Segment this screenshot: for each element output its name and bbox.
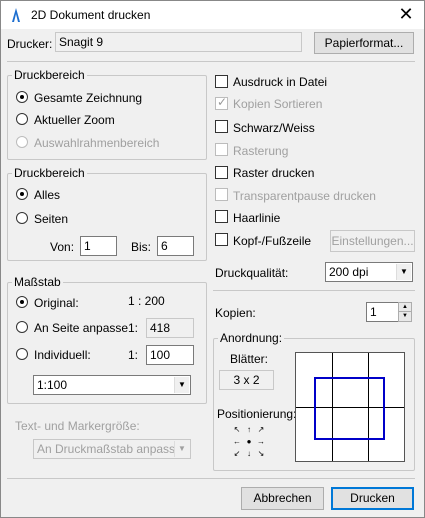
checkbox-hairline[interactable] bbox=[215, 210, 228, 223]
arrow-right-icon[interactable]: → bbox=[255, 436, 267, 448]
radio-fit-page[interactable] bbox=[16, 321, 28, 333]
printer-field: Snagit 9 bbox=[55, 32, 302, 52]
checkbox-hairline-label: Haarlinie bbox=[233, 211, 281, 225]
chevron-down-icon: ▼ bbox=[174, 377, 189, 393]
app-pen-icon bbox=[12, 8, 20, 22]
spin-up-icon[interactable]: ▲ bbox=[399, 303, 411, 312]
checkbox-transparent-label: Transparentpause drucken bbox=[233, 189, 376, 203]
separator bbox=[7, 478, 415, 479]
chevron-down-icon: ▼ bbox=[174, 441, 189, 457]
fit-scale-value: 418 bbox=[146, 318, 194, 338]
print-area-title: Druckbereich bbox=[12, 68, 87, 82]
copies-spinner[interactable]: ▲ ▼ bbox=[398, 302, 412, 322]
original-scale-value: 1 : 200 bbox=[128, 294, 165, 308]
custom-scale-input[interactable]: 100 bbox=[146, 345, 194, 365]
radio-original-label: Original: bbox=[34, 296, 79, 310]
checkbox-print-to-file[interactable] bbox=[215, 75, 228, 88]
page-range-title: Druckbereich bbox=[12, 166, 87, 180]
copies-input[interactable]: 1 bbox=[366, 302, 400, 322]
sheets-label: Blätter: bbox=[230, 352, 269, 366]
checkbox-print-raster-label: Raster drucken bbox=[233, 166, 315, 180]
sheets-value: 3 x 2 bbox=[219, 370, 274, 390]
text-marker-dropdown: An Druckmaßstab anpassen ▼ bbox=[33, 439, 191, 459]
checkmark-icon: ✓ bbox=[217, 95, 228, 109]
paper-format-button[interactable]: Papierformat... bbox=[314, 32, 414, 54]
to-input[interactable]: 6 bbox=[157, 236, 194, 256]
radio-all-pages-label: Alles bbox=[34, 188, 61, 202]
settings-button: Einstellungen... bbox=[330, 230, 415, 252]
checkbox-header-footer-label: Kopf-/Fußzeile bbox=[233, 234, 312, 248]
checkbox-print-to-file-label: Ausdruck in Datei bbox=[233, 75, 328, 89]
separator bbox=[7, 61, 415, 62]
to-label: Bis: bbox=[131, 240, 152, 254]
from-input[interactable]: 1 bbox=[80, 236, 117, 256]
checkbox-black-white-label: Schwarz/Weiss bbox=[233, 121, 315, 135]
print-button[interactable]: Drucken bbox=[331, 487, 414, 510]
separator bbox=[213, 290, 415, 291]
radio-selection-area bbox=[16, 136, 28, 148]
copies-label: Kopien: bbox=[215, 306, 256, 320]
checkbox-rasterization bbox=[215, 143, 228, 156]
quality-label: Druckqualität: bbox=[215, 266, 289, 280]
checkbox-collate: ✓ bbox=[215, 95, 228, 110]
layout-title: Anordnung: bbox=[218, 331, 285, 345]
cancel-button[interactable]: Abbrechen bbox=[241, 487, 324, 510]
scale-dropdown-value: 1:100 bbox=[37, 378, 68, 392]
arrow-up-left-icon[interactable]: ↖ bbox=[231, 424, 243, 436]
layout-preview bbox=[295, 352, 405, 462]
arrow-up-icon[interactable]: ↑ bbox=[243, 424, 255, 436]
radio-pages-label: Seiten bbox=[34, 212, 69, 226]
checkbox-black-white[interactable] bbox=[215, 120, 228, 133]
title-bar: 2D Dokument drucken ✕ bbox=[0, 0, 425, 29]
checkbox-collate-label: Kopien Sortieren bbox=[233, 97, 323, 111]
radio-all-pages[interactable] bbox=[16, 188, 28, 200]
arrow-down-icon[interactable]: ↓ bbox=[243, 448, 255, 460]
radio-whole-drawing-label: Gesamte Zeichnung bbox=[34, 91, 143, 105]
close-icon[interactable]: ✕ bbox=[396, 4, 416, 24]
checkbox-print-raster[interactable] bbox=[215, 166, 228, 179]
radio-current-zoom[interactable] bbox=[16, 113, 28, 125]
radio-current-zoom-label: Aktueller Zoom bbox=[34, 113, 115, 127]
text-marker-dropdown-value: An Druckmaßstab anpassen bbox=[37, 442, 189, 456]
radio-custom-label: Individuell: bbox=[34, 348, 91, 362]
radio-fit-page-label: An Seite anpasse bbox=[34, 321, 129, 335]
spin-down-icon[interactable]: ▼ bbox=[399, 312, 411, 321]
scale-dropdown[interactable]: 1:100 ▼ bbox=[33, 375, 191, 395]
radio-pages[interactable] bbox=[16, 212, 28, 224]
text-marker-label: Text- und Markergröße: bbox=[15, 419, 140, 433]
window-title: 2D Dokument drucken bbox=[31, 8, 151, 22]
arrow-up-right-icon[interactable]: ↗ bbox=[255, 424, 267, 436]
radio-selection-area-label: Auswahlrahmenbereich bbox=[34, 136, 160, 150]
checkbox-rasterization-label: Rasterung bbox=[233, 144, 289, 158]
radio-custom[interactable] bbox=[16, 348, 28, 360]
from-label: Von: bbox=[50, 240, 75, 254]
checkbox-transparent bbox=[215, 188, 228, 201]
arrow-down-left-icon[interactable]: ↙ bbox=[231, 448, 243, 460]
positioning-control[interactable]: ↖ ↑ ↗ ← ● → ↙ ↓ ↘ bbox=[231, 424, 267, 460]
arrow-down-right-icon[interactable]: ↘ bbox=[255, 448, 267, 460]
positioning-label: Positionierung: bbox=[217, 407, 297, 421]
arrow-left-icon[interactable]: ← bbox=[231, 436, 243, 448]
radio-original[interactable] bbox=[16, 296, 28, 308]
chevron-down-icon: ▼ bbox=[396, 264, 411, 280]
printer-label: Drucker: bbox=[7, 37, 53, 51]
fit-prefix: 1: bbox=[128, 321, 139, 335]
quality-dropdown-value: 200 dpi bbox=[329, 265, 369, 279]
preview-page-rect bbox=[314, 377, 385, 440]
radio-whole-drawing[interactable] bbox=[16, 91, 28, 103]
quality-dropdown[interactable]: 200 dpi ▼ bbox=[325, 262, 413, 282]
scale-title: Maßstab bbox=[12, 275, 63, 289]
checkbox-header-footer[interactable] bbox=[215, 233, 228, 246]
center-dot-icon[interactable]: ● bbox=[243, 436, 255, 448]
custom-prefix: 1: bbox=[128, 348, 139, 362]
